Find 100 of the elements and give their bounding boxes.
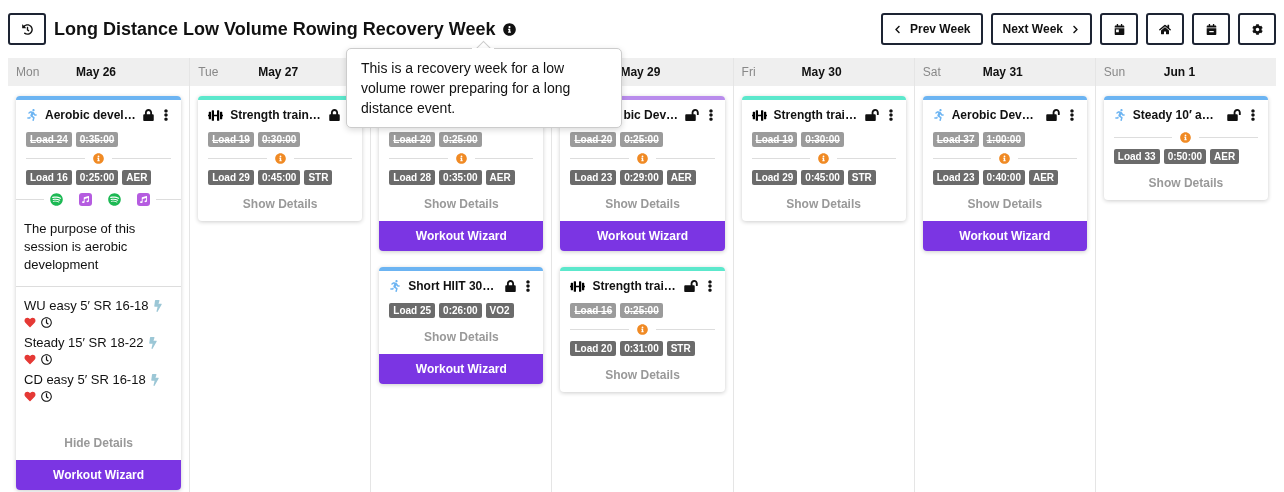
heart-icon (24, 317, 36, 328)
metric-badge: 0:35:00 (439, 170, 482, 185)
workout-title[interactable]: bic Dev… (623, 106, 679, 124)
interval-step: Steady 15′ SR 18-22 (24, 334, 144, 352)
spotify-icon[interactable] (108, 193, 121, 206)
workout-title[interactable]: Aerobic Dev… (951, 106, 1039, 124)
settings-button[interactable] (1238, 13, 1276, 45)
metric-badge: Load 23 (570, 170, 617, 185)
calendar-icon (1205, 23, 1217, 35)
date-label: May 26 (76, 64, 117, 81)
runner-icon (932, 109, 945, 121)
date-label: May 30 (801, 64, 842, 81)
weekday-label: Tue (198, 65, 219, 79)
week-title: Long Distance Low Volume Rowing Recovery Week (54, 17, 496, 41)
planned-badge: Load 19 (208, 132, 254, 147)
workout-wizard-button[interactable]: Workout Wizard (16, 460, 182, 490)
spotify-icon[interactable] (50, 193, 63, 206)
lock-icon[interactable] (505, 280, 517, 292)
settings-icon (1251, 23, 1263, 35)
runner-icon (1113, 109, 1126, 121)
planned-badge: Load 20 (570, 132, 617, 147)
workout-title[interactable]: Strength trai… (592, 277, 677, 295)
heart-icon (24, 354, 36, 365)
music-icon[interactable] (137, 193, 150, 206)
planned-badge: Load 24 (26, 132, 72, 147)
menu-icon[interactable] (1248, 109, 1258, 121)
dumbbell-icon (570, 279, 586, 293)
chevron-right-icon (1071, 24, 1080, 34)
planned-badge: Load 16 (570, 303, 617, 318)
metric-badge: STR (304, 170, 333, 185)
music-icon[interactable] (79, 193, 92, 206)
lock-icon[interactable] (143, 109, 155, 121)
workout-title[interactable]: Short HIIT 30… (408, 277, 499, 295)
home-button[interactable] (1146, 13, 1184, 45)
planned-badge: Load 20 (389, 132, 436, 147)
calendar-icon (1113, 23, 1125, 35)
workout-wizard-button[interactable]: Workout Wizard (922, 221, 1087, 251)
tooltip: This is a recovery week for a low volume rower preparing for a long distance event. (346, 48, 622, 128)
interval-step: WU easy 5′ SR 16-18 (24, 297, 149, 315)
unlocked-icon[interactable] (1227, 109, 1241, 121)
home-icon (1159, 23, 1171, 35)
weekday-label: Sat (922, 65, 941, 79)
metric-badge: 0:40:00 (982, 170, 1025, 185)
calendar-button[interactable] (1192, 13, 1230, 45)
lock-icon[interactable] (329, 109, 341, 121)
weekday-label: Sun (1103, 65, 1126, 79)
prev-week-button[interactable]: Prev Week (881, 13, 983, 45)
runner-icon (389, 280, 402, 292)
metric-badge: 0:25:00 (75, 170, 119, 185)
metric-badge: Load 33 (1113, 149, 1160, 164)
planned-badge: Load 19 (751, 132, 798, 147)
planned-badge: 1:00:00 (982, 132, 1025, 147)
workout-wizard-button[interactable]: Workout Wizard (379, 354, 544, 384)
metric-badge: AER (1028, 170, 1059, 185)
history-icon (21, 23, 33, 35)
unlocked-icon[interactable] (683, 280, 698, 292)
dumbbell-icon (208, 108, 224, 122)
next-week-button[interactable]: Next Week (990, 13, 1092, 45)
planned-badge: 0:25:00 (620, 303, 663, 318)
planned-badge: 0:30:00 (257, 132, 301, 147)
metric-badge: Load 16 (26, 170, 72, 185)
metric-badge: AER (1210, 149, 1240, 164)
bolt-icon (150, 374, 159, 386)
unlocked-icon[interactable] (685, 109, 700, 121)
workout-title[interactable]: Strength trai… (773, 106, 858, 124)
metric-badge: STR (666, 341, 695, 356)
weekday-label: Fri (741, 65, 756, 79)
date-label: May 27 (258, 64, 299, 81)
bolt-icon (148, 337, 157, 349)
unlocked-icon[interactable] (864, 109, 879, 121)
metric-badge: Load 20 (570, 341, 617, 356)
metric-badge: AER (485, 170, 515, 185)
info-icon[interactable] (503, 22, 517, 36)
calendar-button[interactable] (1100, 13, 1138, 45)
metric-badge: 0:29:00 (620, 170, 663, 185)
clock-icon (41, 354, 52, 365)
workout-title[interactable]: Strength train… (230, 106, 323, 124)
unlocked-icon[interactable] (1045, 109, 1060, 121)
workout-wizard-button[interactable]: Workout Wizard (379, 221, 544, 251)
session-description: The purpose of this session is aerobic development (16, 206, 182, 287)
metric-badge: Load 28 (389, 170, 436, 185)
workout-wizard-button[interactable]: Workout Wizard (560, 221, 725, 251)
workout-title[interactable]: Aerobic devel… (45, 106, 137, 124)
history-button[interactable] (8, 13, 46, 45)
metric-badge: 0:26:00 (439, 303, 482, 318)
metric-badge: AER (122, 170, 152, 185)
metric-badge: 0:45:00 (257, 170, 301, 185)
date-label: May 31 (982, 64, 1023, 81)
heart-icon (24, 391, 36, 402)
weekday-label: Mon (16, 65, 40, 79)
planned-badge: 0:30:00 (801, 132, 844, 147)
clock-icon (41, 391, 52, 402)
dumbbell-icon (751, 108, 767, 122)
runner-icon (26, 109, 38, 121)
metric-badge: 0:50:00 (1163, 149, 1207, 164)
metric-badge: Load 25 (389, 303, 436, 318)
metric-badge: 0:31:00 (620, 341, 663, 356)
workout-title[interactable]: Steady 10′ a… (1132, 106, 1220, 124)
metric-badge: 0:45:00 (801, 170, 844, 185)
interval-step: CD easy 5′ SR 16-18 (24, 371, 146, 389)
